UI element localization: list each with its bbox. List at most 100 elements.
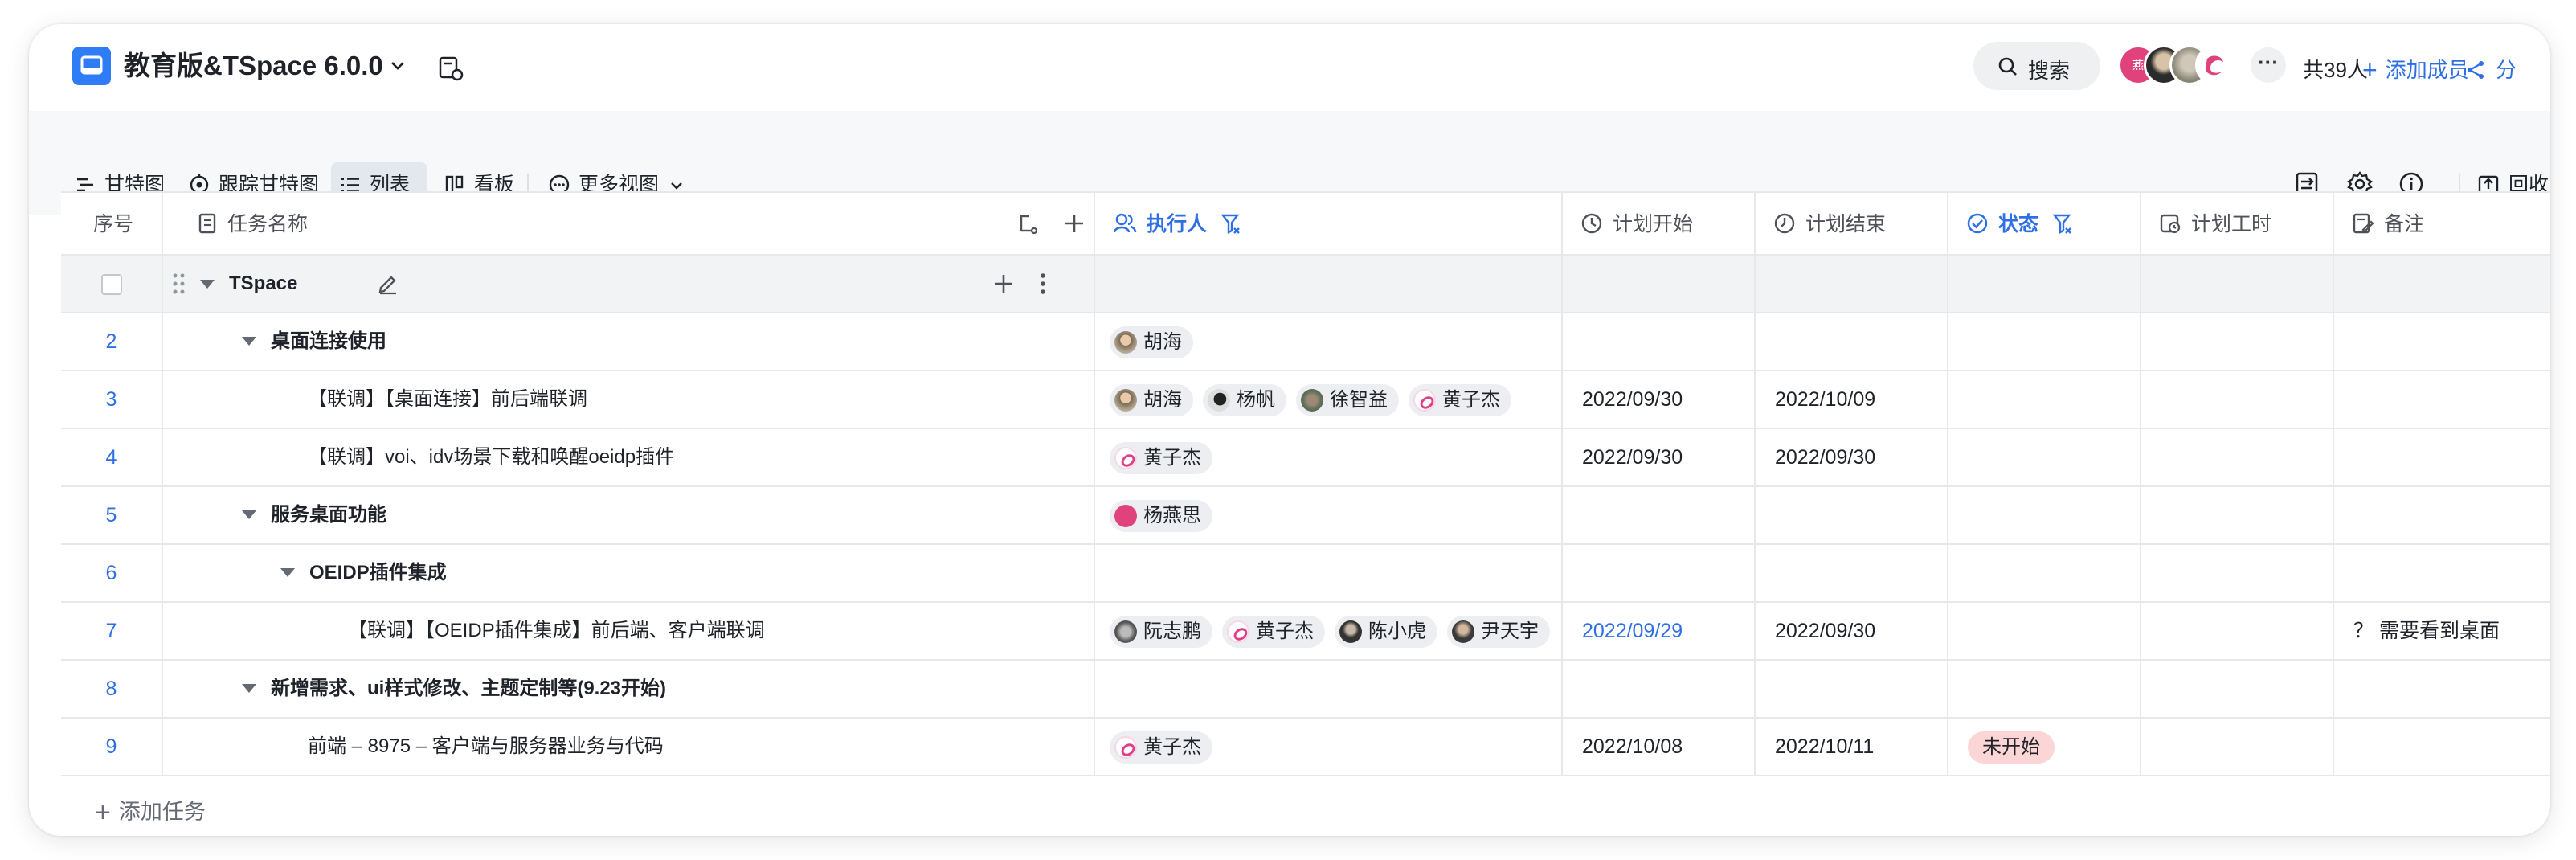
search-button[interactable]: 搜索 <box>1973 42 2100 90</box>
task-name-cell[interactable]: 【联调】【OEIDP插件集成】前后端、客户端联调 <box>163 603 1095 659</box>
add-member-button[interactable]: + 添加成员 <box>2362 54 2469 85</box>
table-row[interactable]: 9 前端 – 8975 – 客户端与服务器业务与代码 黄子杰 2022/10/0… <box>61 719 2550 776</box>
start-date-cell[interactable] <box>1563 313 1756 370</box>
status-cell[interactable]: 未开始 <box>1948 719 2141 775</box>
task-name-cell[interactable]: 服务桌面功能 <box>163 487 1095 543</box>
notes-cell[interactable]: ？ 需要看到桌面 <box>2334 603 2550 659</box>
end-date-cell[interactable] <box>1756 256 1948 312</box>
task-name-cell[interactable]: 【联调】【桌面连接】前后端联调 <box>163 371 1095 428</box>
add-task-button[interactable]: + 添加任务 <box>95 794 206 829</box>
collapse-caret-icon[interactable] <box>242 337 256 346</box>
status-cell[interactable] <box>1948 429 2141 485</box>
column-header-no[interactable]: 序号 <box>61 193 163 256</box>
start-date-cell[interactable]: 2022/09/30 <box>1563 371 1756 428</box>
start-date-cell[interactable] <box>1563 487 1756 543</box>
hours-cell[interactable] <box>2141 313 2334 370</box>
assignee-chip[interactable]: 黄子杰 <box>1110 441 1212 474</box>
assignee-cell[interactable] <box>1095 545 1563 601</box>
collapse-caret-icon[interactable] <box>280 568 295 577</box>
assignee-chip[interactable]: 黄子杰 <box>1222 615 1325 648</box>
assignee-cell[interactable]: 胡海 杨帆 徐智益 黄子杰 <box>1095 371 1563 428</box>
column-header-assignee[interactable]: 执行人 <box>1095 193 1563 256</box>
notes-cell[interactable] <box>2334 313 2550 370</box>
hours-cell[interactable] <box>2141 487 2334 543</box>
share-button[interactable]: 分 <box>2465 54 2517 84</box>
end-date-cell[interactable]: 2022/09/30 <box>1756 603 1948 659</box>
status-cell[interactable] <box>1948 256 2141 312</box>
drag-handle-icon[interactable] <box>171 272 187 296</box>
assignee-chip[interactable]: 徐智益 <box>1296 383 1399 416</box>
table-row[interactable]: 6 OEIDP插件集成 <box>61 545 2550 603</box>
assignee-cell[interactable] <box>1095 661 1563 717</box>
task-name-cell[interactable]: 前端 – 8975 – 客户端与服务器业务与代码 <box>163 719 1095 775</box>
column-header-hours[interactable]: 计划工时 <box>2141 193 2334 256</box>
assignee-chip[interactable]: 黄子杰 <box>1110 731 1212 764</box>
end-date-cell[interactable]: 2022/09/30 <box>1756 429 1948 485</box>
task-name-cell[interactable]: 新增需求、ui样式修改、主题定制等(9.23开始) <box>163 661 1095 717</box>
table-row[interactable]: 7 【联调】【OEIDP插件集成】前后端、客户端联调 阮志鹏 黄子杰 陈小虎 尹天宇 … <box>61 603 2550 661</box>
assignee-chip[interactable]: 阮志鹏 <box>1110 615 1212 648</box>
start-date-cell[interactable] <box>1563 256 1756 312</box>
assignee-chip[interactable]: 杨燕思 <box>1110 499 1212 532</box>
status-cell[interactable] <box>1948 371 2141 428</box>
hours-cell[interactable] <box>2141 719 2334 775</box>
more-options-icon[interactable] <box>1039 272 1047 296</box>
notes-cell[interactable] <box>2334 256 2550 312</box>
filter-icon[interactable] <box>2052 212 2073 235</box>
table-row[interactable]: 8 新增需求、ui样式修改、主题定制等(9.23开始) <box>61 661 2550 719</box>
add-column-icon[interactable] <box>1063 212 1086 235</box>
start-date-cell[interactable]: 2022/09/30 <box>1563 429 1756 485</box>
notes-cell[interactable] <box>2334 487 2550 543</box>
table-row[interactable]: 2 桌面连接使用 胡海 <box>61 313 2550 371</box>
status-cell[interactable] <box>1948 661 2141 717</box>
assignee-chip[interactable]: 胡海 <box>1110 326 1193 358</box>
start-date-cell[interactable]: 2022/09/29 <box>1563 603 1756 659</box>
start-date-cell[interactable] <box>1563 661 1756 717</box>
hours-cell[interactable] <box>2141 429 2334 485</box>
assignee-cell[interactable]: 阮志鹏 黄子杰 陈小虎 尹天宇 <box>1095 603 1563 659</box>
group-row[interactable]: TSpace <box>61 256 2550 313</box>
collapse-caret-icon[interactable] <box>242 684 256 693</box>
column-header-status[interactable]: 状态 <box>1948 193 2141 256</box>
table-row[interactable]: 5 服务桌面功能 杨燕思 <box>61 487 2550 545</box>
chevron-down-icon[interactable] <box>389 56 407 74</box>
notes-cell[interactable] <box>2334 545 2550 601</box>
notes-cell[interactable] <box>2334 661 2550 717</box>
hours-cell[interactable] <box>2141 545 2334 601</box>
assignee-cell[interactable] <box>1095 256 1563 312</box>
column-header-start[interactable]: 计划开始 <box>1563 193 1756 256</box>
table-row[interactable]: 4 【联调】voi、idv场景下载和唤醒oeidp插件 黄子杰 2022/09/… <box>61 429 2550 487</box>
notes-cell[interactable] <box>2334 429 2550 485</box>
assignee-cell[interactable]: 黄子杰 <box>1095 719 1563 775</box>
end-date-cell[interactable]: 2022/10/11 <box>1756 719 1948 775</box>
task-name-cell[interactable]: 桌面连接使用 <box>163 313 1095 370</box>
project-settings-icon[interactable] <box>437 55 464 82</box>
notes-cell[interactable] <box>2334 371 2550 428</box>
assignee-chip[interactable]: 黄子杰 <box>1409 383 1511 416</box>
filter-icon[interactable] <box>1221 212 1241 235</box>
hours-cell[interactable] <box>2141 661 2334 717</box>
assignee-cell[interactable]: 杨燕思 <box>1095 487 1563 543</box>
end-date-cell[interactable] <box>1756 313 1948 370</box>
task-name-cell[interactable]: 【联调】voi、idv场景下载和唤醒oeidp插件 <box>163 429 1095 485</box>
status-cell[interactable] <box>1948 603 2141 659</box>
start-date-cell[interactable]: 2022/10/08 <box>1563 719 1756 775</box>
subtask-tree-icon[interactable] <box>1016 212 1041 236</box>
add-subtask-icon[interactable] <box>992 272 1015 295</box>
member-count[interactable]: 共39人 <box>2303 54 2368 84</box>
table-row[interactable]: 3 【联调】【桌面连接】前后端联调 胡海 杨帆 徐智益 黄子杰 2022/09/30 … <box>61 371 2550 429</box>
edit-pencil-icon[interactable] <box>377 272 399 295</box>
end-date-cell[interactable] <box>1756 661 1948 717</box>
end-date-cell[interactable]: 2022/10/09 <box>1756 371 1948 428</box>
hours-cell[interactable] <box>2141 371 2334 428</box>
assignee-chip[interactable]: 尹天宇 <box>1447 615 1550 648</box>
hours-cell[interactable] <box>2141 256 2334 312</box>
collapse-caret-icon[interactable] <box>200 280 215 289</box>
end-date-cell[interactable] <box>1756 487 1948 543</box>
notes-cell[interactable] <box>2334 719 2550 775</box>
hours-cell[interactable] <box>2141 603 2334 659</box>
column-header-notes[interactable]: 备注 <box>2334 193 2550 256</box>
start-date-cell[interactable] <box>1563 545 1756 601</box>
status-badge[interactable]: 未开始 <box>1968 731 2055 764</box>
task-name-cell[interactable]: OEIDP插件集成 <box>163 545 1095 601</box>
